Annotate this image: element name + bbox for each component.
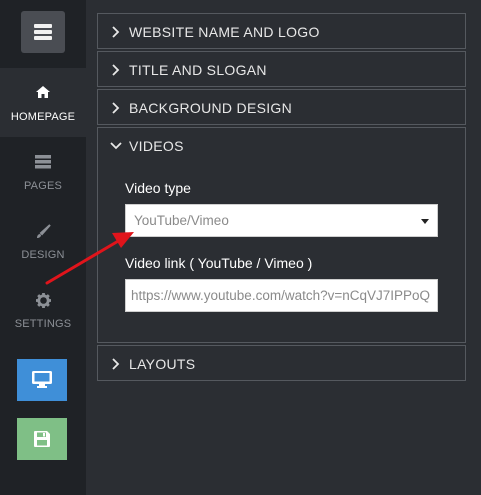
annotation-arrow: [45, 232, 134, 285]
